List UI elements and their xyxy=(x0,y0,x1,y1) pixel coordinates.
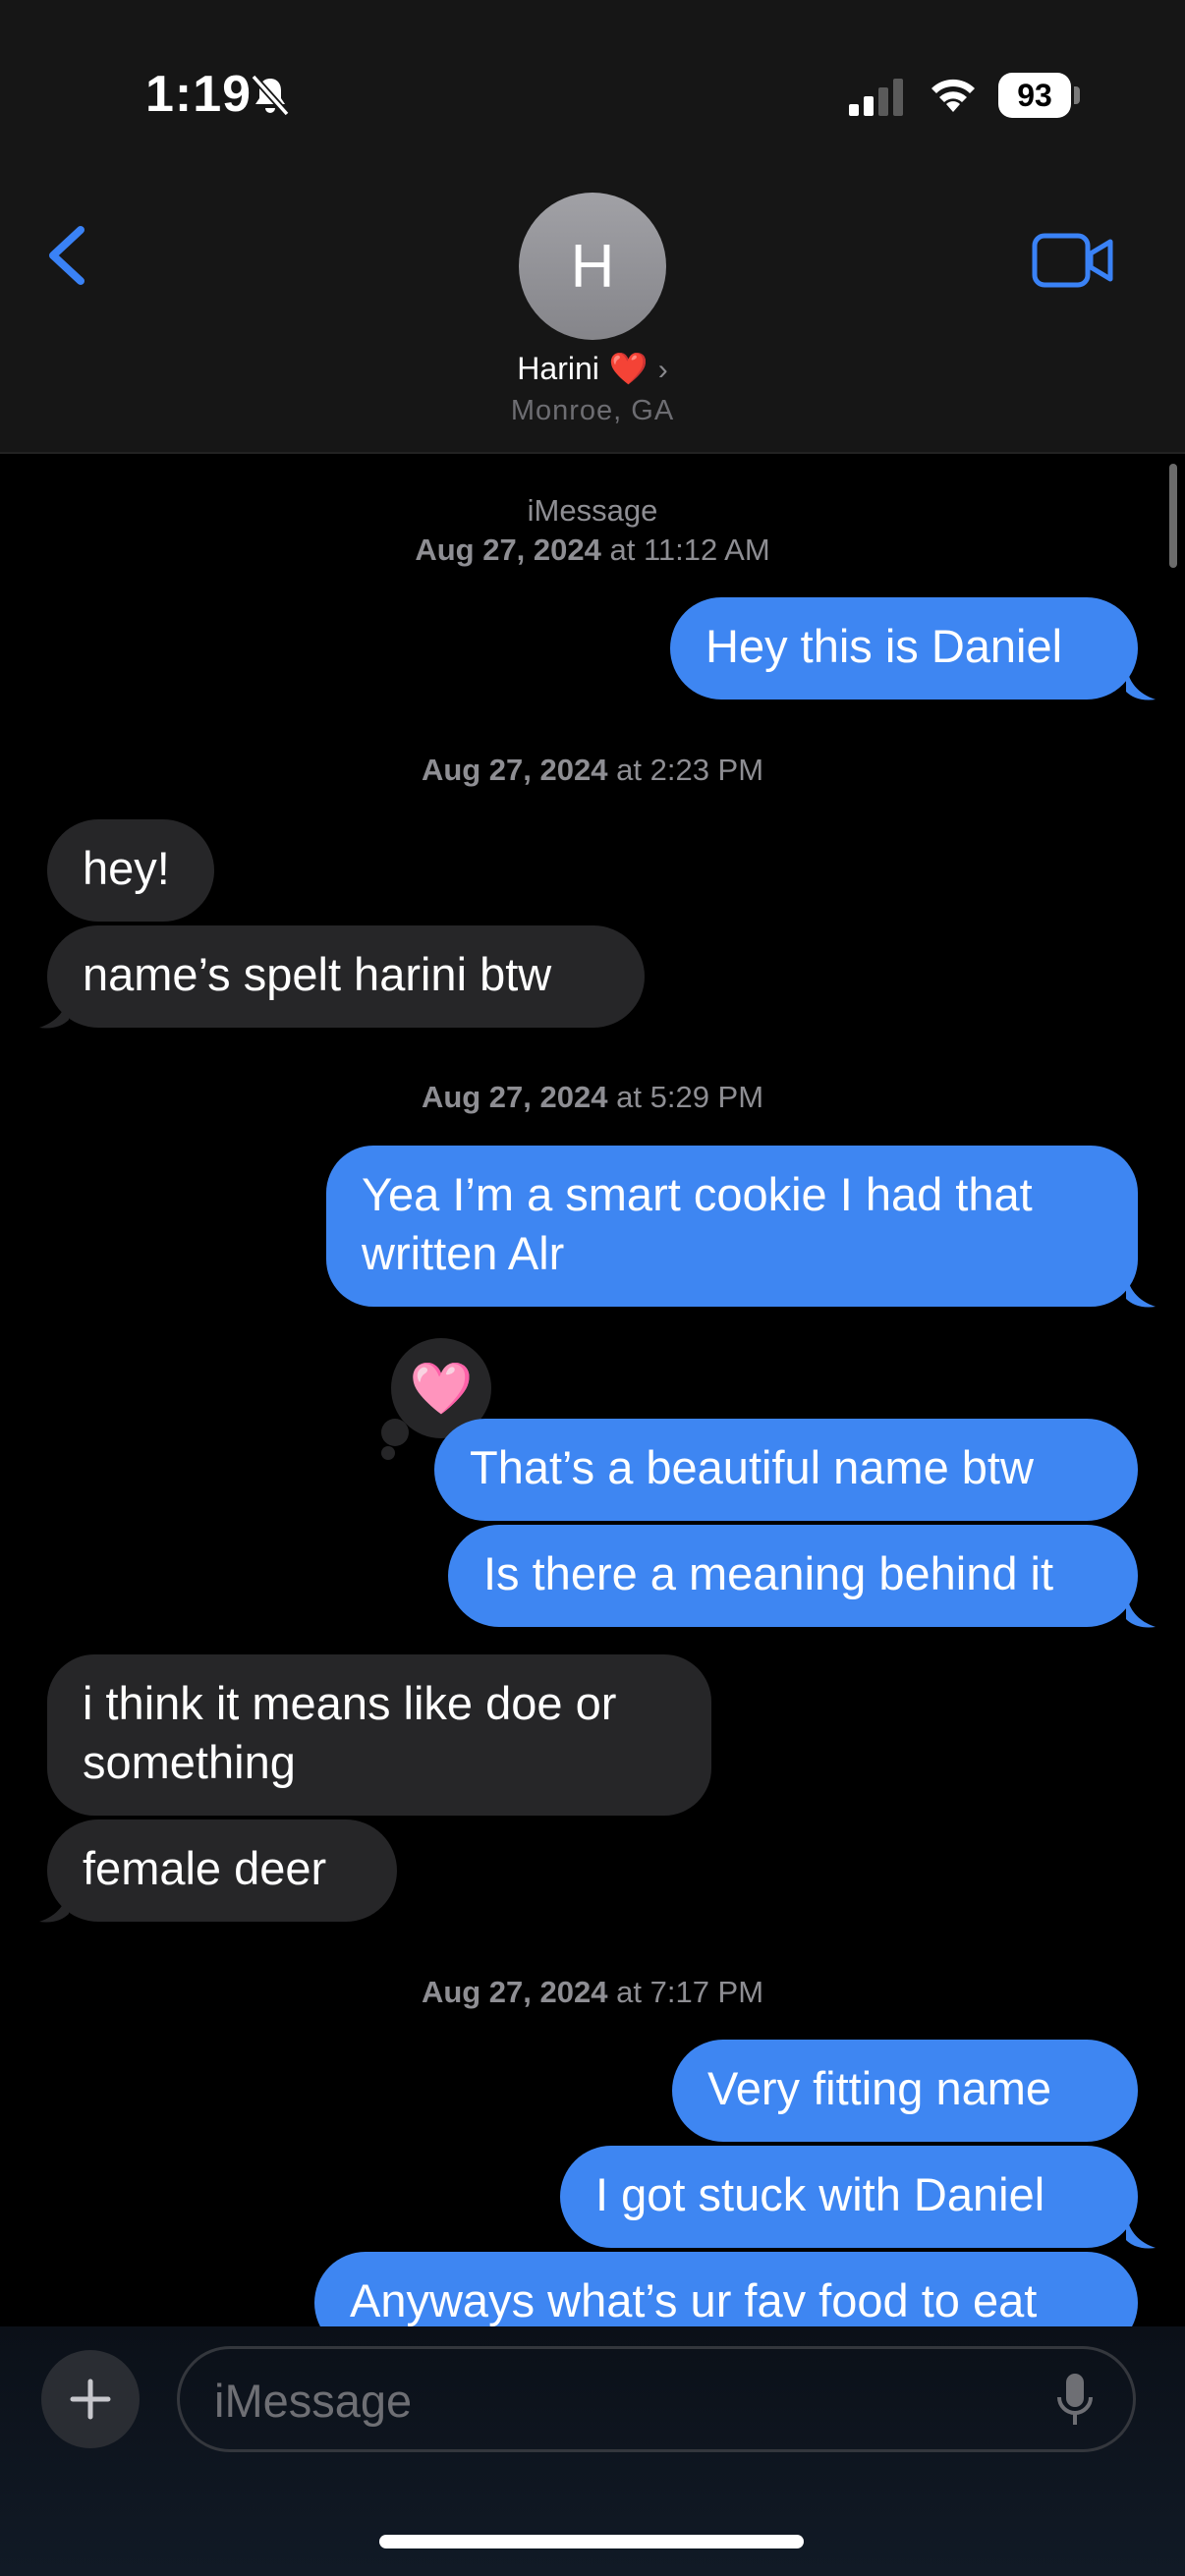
received-message-bubble[interactable]: name’s spelt harini btw xyxy=(47,925,645,1028)
timestamp-time: 7:17 PM xyxy=(649,1975,764,2009)
timestamp-at: at xyxy=(616,753,642,787)
microphone-icon[interactable] xyxy=(1055,2372,1095,2429)
timestamp-time: 11:12 AM xyxy=(643,532,770,567)
battery-indicator: 93 xyxy=(998,73,1071,118)
timestamp: Aug 27, 2024 at 2:23 PM xyxy=(0,753,1185,788)
bubble-tail xyxy=(39,1886,69,1923)
timestamp: Aug 27, 2024 at 7:17 PM xyxy=(0,1975,1185,2010)
silent-bell-icon xyxy=(251,74,290,117)
sent-message-bubble[interactable]: Yea I’m a smart cookie I had that writte… xyxy=(326,1146,1138,1307)
reaction-tail-dot xyxy=(381,1419,409,1446)
sent-message-bubble[interactable]: Is there a meaning behind it xyxy=(448,1525,1138,1627)
message-input-placeholder: iMessage xyxy=(214,2375,413,2427)
video-call-icon[interactable] xyxy=(1032,232,1114,289)
message-line: something xyxy=(83,1736,296,1788)
received-message-bubble[interactable]: i think it means like doe or something xyxy=(47,1654,711,1816)
bubble-tail xyxy=(1126,2212,1156,2249)
wifi-icon xyxy=(931,79,975,112)
sent-message-bubble[interactable]: That’s a beautiful name btw xyxy=(434,1419,1138,1521)
bubble-tail xyxy=(39,992,69,1029)
heart-emoji: ❤️ xyxy=(608,351,649,386)
back-chevron-icon[interactable] xyxy=(39,216,98,295)
timestamp-at: at xyxy=(609,532,636,567)
bubble-tail xyxy=(1126,664,1156,700)
contact-avatar[interactable]: H xyxy=(519,193,666,340)
sent-message-bubble[interactable]: Hey this is Daniel xyxy=(670,597,1138,700)
service-label: iMessage xyxy=(527,493,658,528)
contact-name-row[interactable]: Harini ❤️ › xyxy=(0,350,1185,387)
bubble-tail xyxy=(1126,1592,1156,1628)
sent-message-bubble[interactable]: I got stuck with Daniel xyxy=(560,2146,1138,2248)
battery-tip xyxy=(1074,86,1080,104)
home-indicator[interactable] xyxy=(379,2535,804,2548)
chevron-right-icon: › xyxy=(657,354,668,386)
reaction-tail-dot xyxy=(381,1446,395,1460)
contact-name: Harini xyxy=(517,351,599,386)
timestamp-time: 2:23 PM xyxy=(649,753,764,787)
plus-icon xyxy=(70,2379,111,2420)
timestamp-date: Aug 27, 2024 xyxy=(421,1080,608,1114)
contact-location: Monroe, GA xyxy=(510,395,675,426)
message-line: i think it means like doe or xyxy=(83,1677,617,1729)
sent-message-bubble[interactable]: Very fitting name xyxy=(672,2040,1138,2142)
cellular-signal-icon xyxy=(849,79,903,116)
message-line: written Alr xyxy=(362,1227,565,1279)
status-time: 1:19 xyxy=(145,66,253,123)
received-message-bubble[interactable]: female deer xyxy=(47,1820,397,1922)
timestamp: Aug 27, 2024 at 11:12 AM xyxy=(0,532,1185,568)
timestamp-date: Aug 27, 2024 xyxy=(415,532,601,567)
timestamp-at: at xyxy=(616,1975,642,2009)
timestamp-date: Aug 27, 2024 xyxy=(421,753,608,787)
timestamp: Aug 27, 2024 at 5:29 PM xyxy=(0,1080,1185,1115)
timestamp-time: 5:29 PM xyxy=(649,1080,764,1114)
add-attachment-button[interactable] xyxy=(41,2350,140,2448)
bubble-tail xyxy=(1126,1271,1156,1308)
message-line: Yea I’m a smart cookie I had that xyxy=(362,1168,1033,1220)
timestamp-at: at xyxy=(616,1080,642,1114)
timestamp-date: Aug 27, 2024 xyxy=(421,1975,608,2009)
received-message-bubble[interactable]: hey! xyxy=(47,819,214,922)
